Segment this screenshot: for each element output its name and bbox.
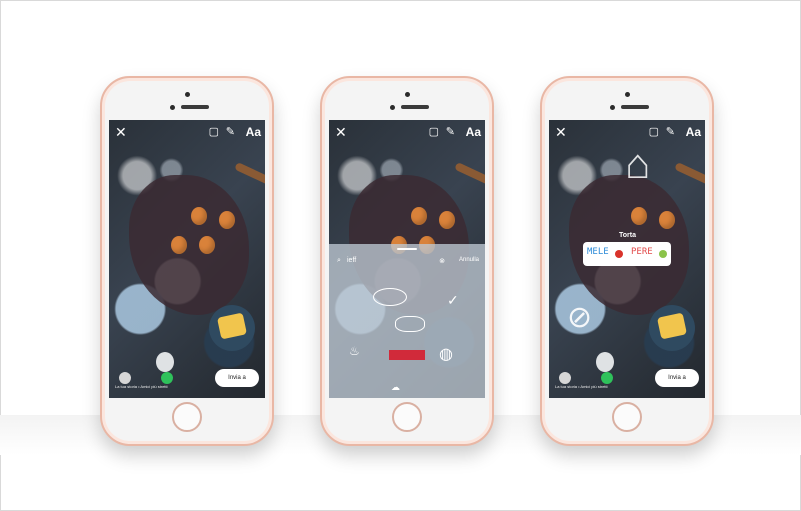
share-bar: La tua storia • Amici più stretti Invia … xyxy=(109,366,265,392)
front-camera xyxy=(625,92,630,97)
text-tool-button[interactable]: Aa xyxy=(246,124,261,140)
pear-icon xyxy=(659,250,667,258)
share-caption: La tua storia • Amici più stretti xyxy=(115,384,168,389)
sticker-doodle-icon[interactable]: ☁ xyxy=(391,382,400,393)
egg xyxy=(199,236,215,254)
story-toolbar: ✕ ▢ ✎ Aa xyxy=(329,124,485,140)
phone-middle: ✕ ▢ ✎ Aa ⌕ ieff ⊗ Annulla ✓ ♨ ◍ ☁ xyxy=(320,76,494,446)
sticker-red-label[interactable] xyxy=(389,350,425,360)
earpiece-speaker xyxy=(181,105,209,109)
cloth xyxy=(129,175,249,315)
clear-icon[interactable]: ⊗ xyxy=(439,257,445,265)
pen-icon[interactable]: ✎ xyxy=(226,124,235,140)
share-bar: La tua storia • Amici più stretti Invia … xyxy=(549,366,705,392)
home-button[interactable] xyxy=(612,402,642,432)
proximity-sensor xyxy=(390,105,395,110)
egg xyxy=(439,211,455,229)
home-button[interactable] xyxy=(392,402,422,432)
phone-right: ⌂ ⊘ Torta MELE PERE ✕ ▢ ✎ Aa La tua stor… xyxy=(540,76,714,446)
sticker-title[interactable]: Torta xyxy=(619,232,636,239)
rolling-pin xyxy=(234,161,265,187)
fruit-word-left: MELE xyxy=(587,247,609,257)
share-caption: La tua storia • Amici più stretti xyxy=(555,384,608,389)
send-to-button[interactable]: Invia a xyxy=(655,369,699,387)
proximity-sensor xyxy=(610,105,615,110)
your-story-button[interactable] xyxy=(559,372,571,384)
sticker-search-row: ⌕ ieff ⊗ Annulla xyxy=(335,256,479,270)
front-camera xyxy=(405,92,410,97)
sticker-overlay: ⌂ ⊘ Torta MELE PERE xyxy=(549,120,705,398)
story-screen[interactable]: ⌂ ⊘ Torta MELE PERE ✕ ▢ ✎ Aa La tua stor… xyxy=(549,120,705,398)
send-to-button[interactable]: Invia a xyxy=(215,369,259,387)
sticker-icon[interactable]: ▢ xyxy=(429,124,439,140)
rolling-pin xyxy=(454,161,485,187)
tomato-icon xyxy=(615,250,623,258)
proximity-sensor xyxy=(170,105,175,110)
cancel-button[interactable]: Annulla xyxy=(459,257,479,263)
whisk-doodle-icon[interactable]: ⊘ xyxy=(567,300,592,335)
bakery-doodle-icon[interactable]: ⌂ xyxy=(625,140,650,188)
front-camera xyxy=(185,92,190,97)
close-friends-button[interactable] xyxy=(601,372,613,384)
sticker-search-input[interactable]: ieff xyxy=(347,257,417,264)
sticker-icon[interactable]: ▢ xyxy=(209,124,219,140)
close-icon[interactable]: ✕ xyxy=(115,124,127,140)
sticker-badge[interactable] xyxy=(395,316,425,332)
your-story-button[interactable] xyxy=(119,372,131,384)
sticker-plate-icon[interactable]: ◍ xyxy=(439,344,453,364)
story-screen[interactable]: ✕ ▢ ✎ Aa La tua storia • Amici più stret… xyxy=(109,120,265,398)
close-icon[interactable]: ✕ xyxy=(555,124,567,140)
egg xyxy=(219,211,235,229)
sticker-icon[interactable]: ▢ xyxy=(649,124,659,140)
text-tool-button[interactable]: Aa xyxy=(686,124,701,140)
search-icon: ⌕ xyxy=(337,257,341,264)
phone-left: ✕ ▢ ✎ Aa La tua storia • Amici più stret… xyxy=(100,76,274,446)
story-screen[interactable]: ✕ ▢ ✎ Aa ⌕ ieff ⊗ Annulla ✓ ♨ ◍ ☁ xyxy=(329,120,485,398)
earpiece-speaker xyxy=(401,105,429,109)
close-friends-button[interactable] xyxy=(161,372,173,384)
tray-handle[interactable] xyxy=(397,248,417,250)
pen-icon[interactable]: ✎ xyxy=(666,124,675,140)
egg xyxy=(411,207,427,225)
pen-icon[interactable]: ✎ xyxy=(446,124,455,140)
home-button[interactable] xyxy=(172,402,202,432)
fruit-word-right: PERE xyxy=(631,247,653,257)
sticker-pan-icon[interactable]: ♨ xyxy=(349,344,360,358)
story-toolbar: ✕ ▢ ✎ Aa xyxy=(109,124,265,140)
egg xyxy=(171,236,187,254)
earpiece-speaker xyxy=(621,105,649,109)
sticker-check-icon[interactable]: ✓ xyxy=(447,292,459,309)
fruit-sticker[interactable]: MELE PERE xyxy=(583,242,671,266)
text-tool-button[interactable]: Aa xyxy=(466,124,481,140)
story-toolbar: ✕ ▢ ✎ Aa xyxy=(549,124,705,140)
sticker-oval[interactable] xyxy=(373,288,407,306)
egg xyxy=(191,207,207,225)
sticker-tray: ⌕ ieff ⊗ Annulla ✓ ♨ ◍ ☁ xyxy=(329,244,485,398)
close-icon[interactable]: ✕ xyxy=(335,124,347,140)
